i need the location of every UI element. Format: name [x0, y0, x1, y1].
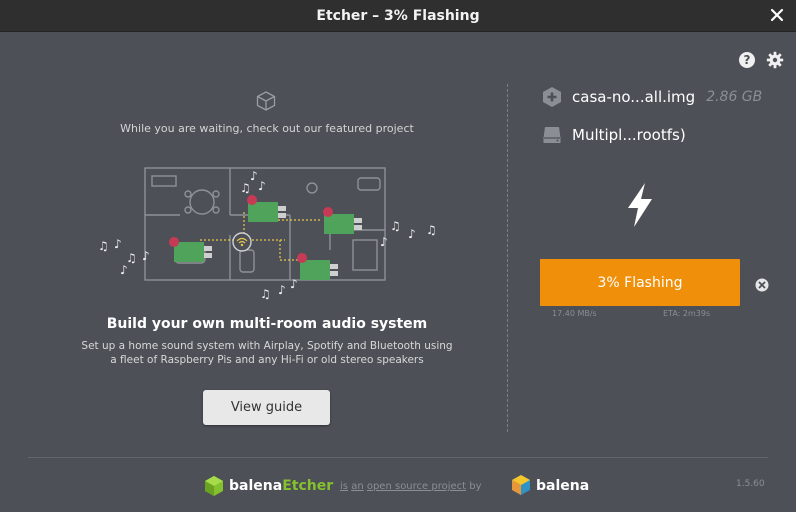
tagline-by: by [469, 481, 482, 492]
app-body: ? While you are waiting, check out our f… [0, 32, 796, 512]
flash-progress-label: 3% Flashing [597, 274, 683, 291]
svg-text:♪: ♪ [380, 235, 388, 249]
cancel-icon[interactable] [755, 278, 769, 292]
tagline-is: is [340, 481, 348, 492]
flash-progress-bar: 3% Flashing [540, 259, 740, 306]
image-selection[interactable]: casa-no...all.img 2.86 GB [541, 86, 762, 108]
drive-selection[interactable]: Multipl...rootfs) [541, 124, 686, 146]
flash-eta: ETA: 2m39s [663, 309, 711, 318]
svg-text:♪: ♪ [278, 283, 286, 297]
svg-text:♪: ♪ [120, 263, 128, 277]
balena-etcher-brand[interactable]: balenaEtcher [229, 478, 333, 494]
svg-text:♪: ♪ [250, 169, 258, 183]
multi-room-illustration: ♫ ♪♫ ♪♪ ♫ ♪♪ ♫♪ ♫ ♪ ♫ ♪ ♪ [98, 167, 437, 300]
window-title: Etcher – 3% Flashing [316, 7, 480, 24]
footer-tagline: is an open source project by [340, 481, 482, 492]
plus-icon [543, 87, 561, 107]
footer-divider [28, 457, 768, 458]
hdd-icon [543, 127, 561, 143]
balena-logo-icon[interactable] [511, 474, 531, 496]
image-name[interactable]: casa-no...all.img [572, 88, 695, 106]
section-divider [507, 84, 508, 432]
svg-text:?: ? [744, 53, 751, 67]
image-size: 2.86 GB [706, 89, 763, 105]
svg-text:♪: ♪ [290, 277, 298, 291]
brand-suffix: Etcher [282, 478, 334, 494]
view-guide-button[interactable]: View guide [203, 390, 330, 425]
svg-text:♫: ♫ [240, 181, 251, 195]
balena-etcher-logo-icon[interactable] [204, 475, 224, 497]
svg-text:♪: ♪ [142, 249, 150, 263]
flash-speed: 17.40 MB/s [552, 309, 597, 318]
brand-prefix: balena [229, 478, 283, 494]
featured-description: Set up a home sound system with Airplay,… [81, 340, 453, 366]
top-icons: ? [738, 51, 784, 69]
svg-text:♫: ♫ [98, 239, 109, 253]
featured-waiting-text: While you are waiting, check out our fea… [120, 122, 414, 135]
svg-text:♪: ♪ [114, 237, 122, 251]
open-source-link[interactable]: open source project [367, 481, 466, 492]
close-icon[interactable] [768, 6, 786, 24]
featured-title: Build your own multi-room audio system [106, 316, 428, 332]
cube-icon [256, 91, 276, 111]
lightning-icon [628, 183, 652, 227]
svg-text:♫: ♫ [426, 223, 437, 237]
svg-text:♫: ♫ [260, 287, 271, 300]
svg-text:♫: ♫ [390, 219, 401, 233]
tagline-an: an [351, 481, 364, 492]
svg-text:♪: ♪ [258, 179, 266, 193]
gear-icon[interactable] [766, 51, 784, 69]
drive-name[interactable]: Multipl...rootfs) [572, 126, 686, 144]
title-bar: Etcher – 3% Flashing [0, 0, 796, 32]
question-icon[interactable]: ? [738, 51, 756, 69]
version-label[interactable]: 1.5.60 [736, 479, 765, 489]
svg-text:♪: ♪ [408, 227, 416, 241]
footer: balenaEtcher is an open source project b… [0, 472, 796, 502]
balena-brand[interactable]: balena [536, 478, 589, 494]
